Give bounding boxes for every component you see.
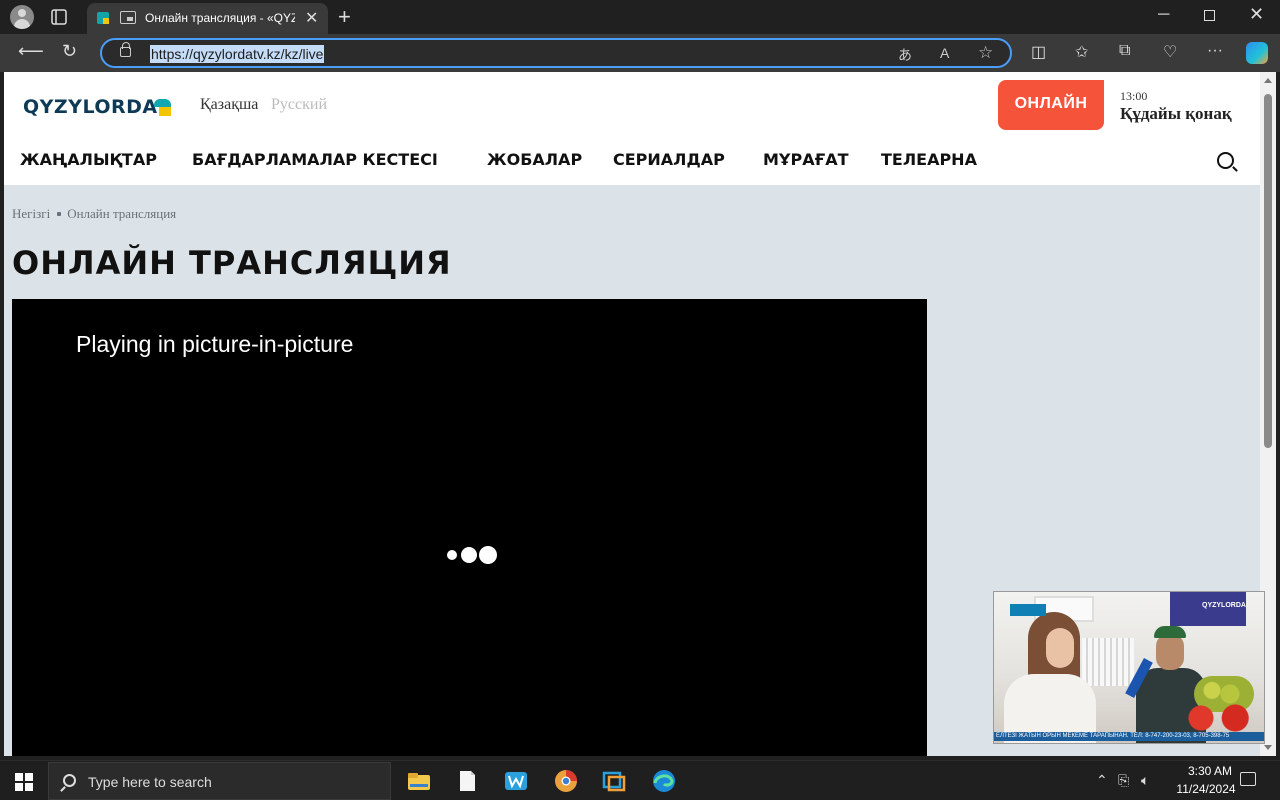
translate-icon[interactable]: あ [898, 45, 912, 65]
copilot-icon[interactable] [1246, 42, 1268, 64]
remote-desktop-icon[interactable] [600, 767, 628, 795]
back-icon[interactable]: ⟵ [18, 41, 44, 62]
video-player[interactable]: Playing in picture-in-picture [12, 299, 927, 756]
site-header: QYZYLORDA Қазақша Русский ОНЛАЙН 13:00 Қ… [4, 72, 1260, 185]
collections-icon[interactable]: ⧉ [1119, 42, 1130, 60]
schedule-show-title[interactable]: Құдайы қонақ [1120, 104, 1232, 124]
close-tab-icon[interactable]: ✕ [305, 8, 318, 28]
scroll-down-icon[interactable] [1264, 745, 1272, 750]
taskbar-search-input[interactable]: Type here to search [48, 762, 391, 800]
nav-projects[interactable]: ЖОБАЛАР [487, 150, 582, 169]
search-placeholder: Type here to search [88, 774, 212, 790]
url-text[interactable]: https://qyzylordatv.kz/kz/live [150, 45, 325, 63]
nav-channel[interactable]: ТЕЛЕАРНА [881, 150, 977, 169]
pip-status-text: Playing in picture-in-picture [76, 331, 354, 357]
tab-title: Онлайн трансляция - «QYZ [145, 11, 295, 25]
channel-watermark: QYZYLORDA [1202, 602, 1246, 609]
search-icon [63, 774, 76, 787]
breadcrumb-current: Онлайн трансляция [67, 206, 177, 221]
edge-browser-icon[interactable] [650, 767, 678, 795]
volume-muted-icon[interactable]: 🔈︎ [1141, 772, 1149, 789]
lock-icon[interactable] [120, 42, 131, 57]
video-scene-face-left [1046, 628, 1074, 668]
pip-video-window[interactable]: QYZYLORDA ЕЛТЕЗІ ЖАТЫН ОРЫН МЕКЕМЕ ТАРАП… [993, 591, 1265, 744]
favorites-icon[interactable]: ✩ [1075, 42, 1088, 62]
online-button[interactable]: ОНЛАЙН [998, 80, 1104, 130]
performance-icon[interactable]: ♡ [1163, 42, 1177, 62]
chrome-icon[interactable] [552, 767, 580, 795]
language-kazakh[interactable]: Қазақша [200, 96, 258, 114]
network-icon[interactable]: ⎘ [1118, 772, 1129, 789]
notepad-icon[interactable] [453, 767, 481, 795]
clock-time[interactable]: 3:30 AM [1170, 764, 1250, 778]
notifications-icon[interactable] [1240, 772, 1256, 786]
nav-series[interactable]: СЕРИАЛДАР [613, 150, 725, 169]
breadcrumb-home[interactable]: Негізгі [12, 206, 50, 221]
video-scene-face-right [1156, 634, 1184, 670]
breadcrumb-separator [57, 212, 62, 217]
word-editor-icon[interactable] [502, 767, 530, 795]
site-favicon-icon [97, 12, 109, 24]
tab-actions-icon[interactable] [50, 8, 68, 26]
video-scene-screen [1170, 592, 1246, 626]
browser-tab-active[interactable]: Онлайн трансляция - «QYZ ✕ [87, 3, 328, 34]
search-icon[interactable] [1217, 152, 1234, 169]
logo-mark-icon[interactable] [154, 99, 171, 116]
read-aloud-icon[interactable]: A [940, 45, 949, 61]
video-badge [1010, 604, 1046, 616]
profile-icon[interactable] [10, 5, 34, 29]
site-logo[interactable]: QYZYLORDA [23, 96, 158, 118]
windows-start-icon[interactable] [15, 773, 33, 791]
favorite-star-icon[interactable]: ☆ [978, 43, 993, 63]
browser-tab-strip: Онлайн трансляция - «QYZ ✕ + ─ ✕ [0, 0, 1280, 34]
browser-toolbar: ⟵ ↻ https://qyzylordatv.kz/kz/live あ A ☆… [0, 34, 1280, 72]
address-bar[interactable]: https://qyzylordatv.kz/kz/live あ A ☆ [100, 38, 1012, 68]
video-scene-cap [1154, 626, 1186, 638]
split-screen-icon[interactable]: ◫ [1031, 42, 1046, 62]
scrollbar-thumb[interactable] [1264, 94, 1272, 448]
file-explorer-icon[interactable] [405, 767, 433, 795]
maximize-icon[interactable] [1204, 10, 1215, 21]
close-window-icon[interactable]: ✕ [1249, 4, 1264, 25]
page-title: ОНЛАЙН ТРАНСЛЯЦИЯ [12, 244, 452, 282]
new-tab-icon[interactable]: + [338, 4, 351, 30]
nav-archive[interactable]: МҰРАҒАТ [763, 150, 849, 169]
more-icon[interactable]: ··· [1207, 42, 1223, 60]
language-russian[interactable]: Русский [271, 96, 327, 114]
breadcrumb: Негізгі Онлайн трансляция [12, 206, 176, 222]
minimize-icon[interactable]: ─ [1158, 6, 1169, 24]
video-scene-tomatoes [1182, 704, 1258, 732]
refresh-icon[interactable]: ↻ [62, 41, 77, 62]
nav-news[interactable]: ЖАҢАЛЫҚТАР [20, 150, 157, 169]
pip-icon[interactable] [120, 11, 136, 24]
clock-date[interactable]: 11/24/2024 [1166, 782, 1246, 796]
news-ticker: ЕЛТЕЗІ ЖАТЫН ОРЫН МЕКЕМЕ ТАРАПЫНАН. ТЕЛ:… [994, 732, 1264, 741]
loading-indicator-icon [447, 546, 499, 564]
video-scene-radiator [1082, 638, 1134, 686]
show-hidden-icons-icon[interactable]: ⌃ [1096, 772, 1108, 789]
schedule-time: 13:00 [1120, 89, 1148, 103]
nav-schedule[interactable]: БАҒДАРЛАМАЛАР КЕСТЕСІ [192, 150, 438, 169]
taskbar: Type here to search ⌃ ⎘ 🔈︎ 3:30 AM 11/24… [0, 760, 1280, 800]
scroll-up-icon[interactable] [1264, 78, 1272, 83]
